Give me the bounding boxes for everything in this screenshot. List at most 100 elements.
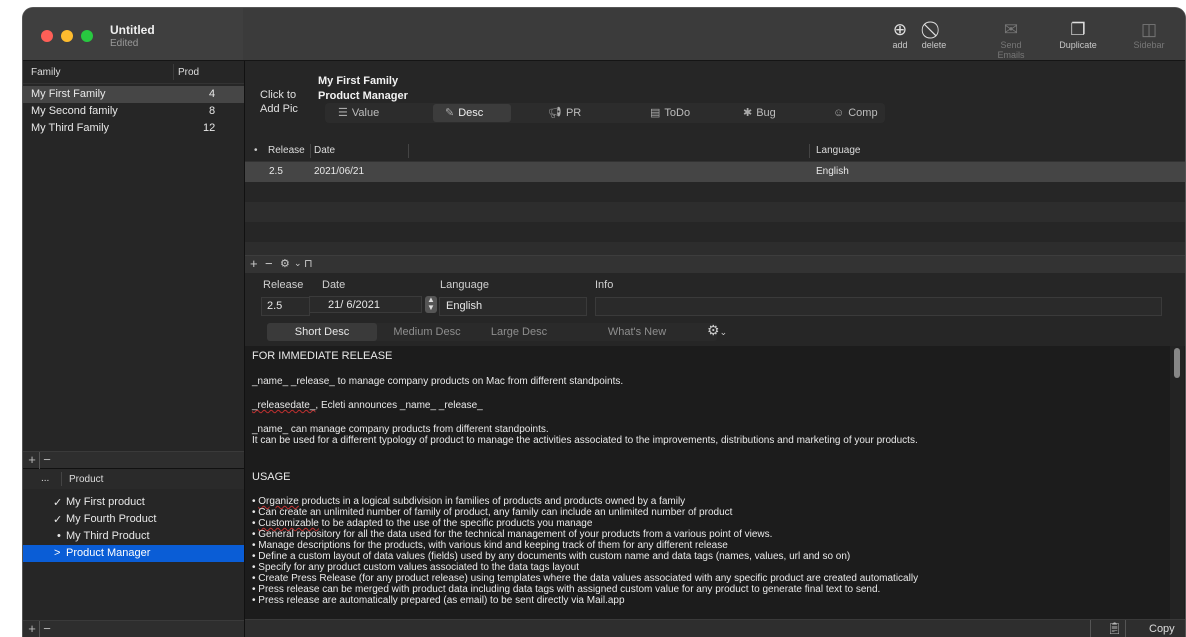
gear-icon: ⚙︎ [707,322,720,338]
description-text-area[interactable]: FOR IMMEDIATE RELEASE _name_ _release_ t… [245,346,1185,627]
language-label: Language [440,279,489,291]
text-line: USAGE [252,471,291,483]
footer-divider [1125,620,1126,637]
family-count: 8 [209,105,216,117]
footer-divider [1090,620,1091,637]
add-family-button[interactable]: + [25,452,39,469]
duplicate-button[interactable]: ❐ Duplicate [1052,20,1104,50]
text-fragment: , Ecleti announces _name_ _release_ [315,400,483,411]
info-label: Info [595,279,614,291]
add-release-button[interactable]: + [250,256,258,271]
clipboard-icon[interactable]: 📋︎ [1107,621,1122,635]
language-column-header[interactable]: Language [816,145,861,156]
date-field[interactable]: 21/ 6/2021 [309,296,422,313]
add-pic-line1[interactable]: Click to [260,89,296,101]
minimize-window-button[interactable] [61,30,73,42]
family-row[interactable]: My Second family 8 [23,103,244,120]
remove-product-button[interactable]: − [39,621,54,637]
family-name: My Third Family [31,122,110,134]
table-row-empty [245,202,1185,222]
product-marker-header[interactable]: ... [41,473,49,484]
sidebar-label: Sidebar [1133,40,1165,50]
date-stepper[interactable]: ▲ ▼ [425,296,437,313]
product-row[interactable]: ✓ My First product [23,494,244,511]
window-title: Untitled [110,23,155,37]
product-column-header[interactable]: Product [69,474,103,485]
prod-column-header[interactable]: Prod [178,67,199,78]
header-divider [23,83,244,84]
add-button[interactable]: ⊕ add [885,20,915,50]
plus-circle-icon: ⊕ [892,20,908,39]
people-icon: ☺ [833,107,845,119]
whats-new-tab[interactable]: What's New [597,323,677,341]
text-line: _name_ can manage company products from … [252,424,549,435]
text-line: • General repository for all the data us… [252,529,773,540]
add-pic-line2[interactable]: Add Pic [260,103,298,115]
table-controls: + − ⚙︎ ⌄ ⊓ [245,255,1185,273]
remove-family-button[interactable]: − [39,452,54,469]
product-row[interactable]: • My Third Product [23,528,244,545]
date-column-header[interactable]: Date [314,145,335,156]
tab-bug[interactable]: ✱ Bug [743,104,793,122]
large-desc-tab[interactable]: Large Desc [479,323,559,341]
tab-todo[interactable]: ▤ ToDo [650,104,710,122]
add-product-button[interactable]: + [25,621,39,637]
scrollbar-thumb[interactable] [1174,348,1180,378]
remove-release-button[interactable]: − [265,256,273,271]
product-row-selected[interactable]: > Product Manager [23,545,244,562]
chevron-down-icon[interactable]: ⌄ [294,258,302,269]
tab-comp[interactable]: ☺ Comp [833,104,893,122]
info-field[interactable] [595,297,1162,316]
copy-button[interactable]: Copy [1149,623,1175,635]
family-count: 4 [209,88,216,100]
tab-value[interactable]: ☰ Value [338,104,398,122]
language-field[interactable]: English [439,297,587,316]
unlock-icon[interactable]: ⊓ [304,257,313,270]
table-row-empty [245,222,1185,242]
desc-gear-menu[interactable]: ⚙︎⌄ [707,322,727,339]
medium-desc-tab[interactable]: Medium Desc [387,323,467,341]
tab-label: Comp [848,107,878,119]
send-emails-button[interactable]: ✉ Send Emails [986,20,1036,60]
tab-pr[interactable]: 📢︎ PR [548,104,598,122]
scrollbar-track[interactable] [1170,346,1184,627]
table-header: • Release Date Language [245,141,1185,162]
table-row-empty [245,182,1185,202]
list-icon: ☰ [338,107,348,119]
tab-label: Desc [458,107,484,119]
product-header: ... Product [23,469,244,489]
tab-desc[interactable]: ✎ Desc [433,104,511,122]
family-row[interactable]: My First Family 4 [23,86,244,103]
marker-column-header[interactable]: • [254,145,258,156]
product-row[interactable]: ✓ My Fourth Product [23,511,244,528]
product-name: Product Manager [66,547,151,559]
gear-icon[interactable]: ⚙︎ [280,257,290,270]
table-row[interactable]: 2.5 2021/06/21 English [245,162,1185,182]
column-divider [173,64,174,80]
family-column-header[interactable]: Family [31,67,60,78]
chevron-down-icon: ⌄ [719,327,728,337]
tab-label: Value [351,107,380,119]
text-line: • Can create an unlimited number of fami… [252,507,733,518]
close-window-button[interactable] [41,30,53,42]
megaphone-icon: 📢︎ [548,107,562,119]
date-cell: 2021/06/21 [314,166,365,177]
release-column-header[interactable]: Release [268,145,305,156]
text-fragment: products in a logical subdivision in fam… [298,496,686,507]
misspelled-word: _releasedate_ [252,400,316,411]
family-row[interactable]: My Third Family 12 [23,120,244,137]
send-emails-label: Send Emails [997,40,1025,60]
misspelled-word: Customizable [258,518,319,529]
app-window: Untitled Edited ⊕ add ⃠ delete ✉ Send Em… [23,8,1185,637]
delete-button[interactable]: ⃠ delete [916,20,952,50]
product-name: My Fourth Product [66,513,157,525]
column-divider [310,144,311,158]
sidebar-button[interactable]: ◫ Sidebar [1129,20,1169,50]
release-label: Release [263,279,304,291]
short-desc-tab[interactable]: Short Desc [267,323,377,341]
column-divider [61,472,62,486]
family-list-controls: + − [23,451,244,469]
family-name: My Second family [31,105,118,117]
zoom-window-button[interactable] [81,30,93,42]
release-field[interactable]: 2.5 [261,297,310,316]
